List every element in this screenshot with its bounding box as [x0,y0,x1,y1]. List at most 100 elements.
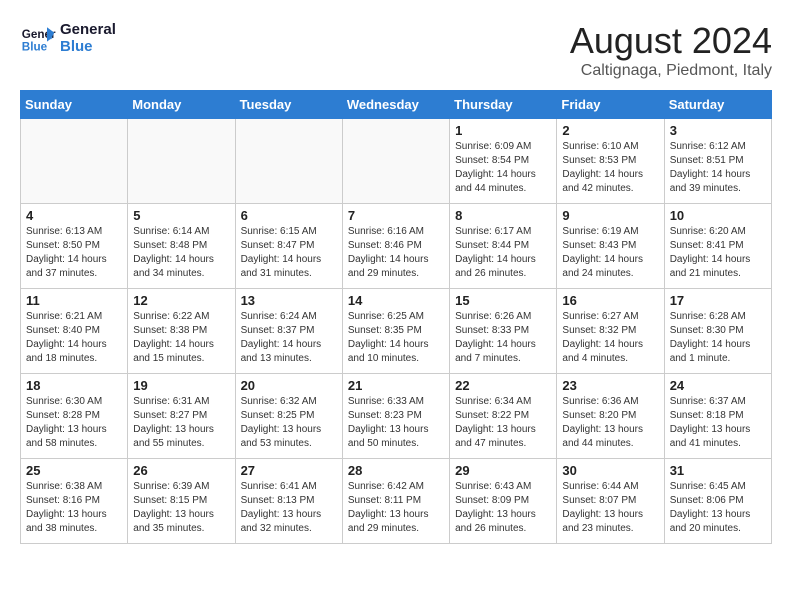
calendar-cell: 19 Sunrise: 6:31 AM Sunset: 8:27 PM Dayli… [128,374,235,459]
calendar-cell: 11 Sunrise: 6:21 AM Sunset: 8:40 PM Dayli… [21,289,128,374]
day-number: 24 [670,378,766,393]
calendar-cell: 29 Sunrise: 6:43 AM Sunset: 8:09 PM Dayli… [450,459,557,544]
day-number: 30 [562,463,658,478]
day-number: 29 [455,463,551,478]
cell-info: Sunrise: 6:33 AM Sunset: 8:23 PM Dayligh… [348,395,444,451]
cell-info: Sunrise: 6:27 AM Sunset: 8:32 PM Dayligh… [562,310,658,366]
cell-info: Sunrise: 6:15 AM Sunset: 8:47 PM Dayligh… [241,225,337,281]
day-number: 19 [133,378,229,393]
calendar-cell: 27Sunrise: 6:41 AM Sunset: 8:13 PM Dayli… [235,459,342,544]
day-number: 6 [241,208,337,223]
calendar-cell: 21 Sunrise: 6:33 AM Sunset: 8:23 PM Dayli… [342,374,449,459]
cell-info: Sunrise: 6:10 AM Sunset: 8:53 PM Dayligh… [562,140,658,196]
cell-info: Sunrise: 6:13 AM Sunset: 8:50 PM Dayligh… [26,225,122,281]
cell-info: Sunrise: 6:16 AM Sunset: 8:46 PM Dayligh… [348,225,444,281]
week-row-3: 11 Sunrise: 6:21 AM Sunset: 8:40 PM Dayli… [21,289,772,374]
day-number: 1 [455,123,551,138]
cell-info: Sunrise: 6:09 AM Sunset: 8:54 PM Dayligh… [455,140,551,196]
day-number: 20 [241,378,337,393]
cell-info: Sunrise: 6:12 AM Sunset: 8:51 PM Dayligh… [670,140,766,196]
day-number: 5 [133,208,229,223]
calendar-header-row: SundayMondayTuesdayWednesdayThursdayFrid… [21,91,772,119]
cell-info: Sunrise: 6:43 AM Sunset: 8:09 PM Dayligh… [455,480,551,536]
calendar-cell: 30 Sunrise: 6:44 AM Sunset: 8:07 PM Dayli… [557,459,664,544]
calendar-cell [235,119,342,204]
day-number: 18 [26,378,122,393]
calendar-cell: 9Sunrise: 6:19 AM Sunset: 8:43 PM Daylig… [557,204,664,289]
svg-text:Blue: Blue [22,41,48,54]
calendar-cell [128,119,235,204]
day-number: 2 [562,123,658,138]
cell-info: Sunrise: 6:26 AM Sunset: 8:33 PM Dayligh… [455,310,551,366]
calendar-cell [21,119,128,204]
day-number: 13 [241,293,337,308]
day-number: 26 [133,463,229,478]
calendar-cell: 5 Sunrise: 6:14 AM Sunset: 8:48 PM Daylig… [128,204,235,289]
calendar-cell: 2 Sunrise: 6:10 AM Sunset: 8:53 PM Daylig… [557,119,664,204]
cell-info: Sunrise: 6:28 AM Sunset: 8:30 PM Dayligh… [670,310,766,366]
day-number: 22 [455,378,551,393]
week-row-1: 1 Sunrise: 6:09 AM Sunset: 8:54 PM Daylig… [21,119,772,204]
calendar-cell: 31Sunrise: 6:45 AM Sunset: 8:06 PM Dayli… [664,459,771,544]
calendar-cell: 14Sunrise: 6:25 AM Sunset: 8:35 PM Dayli… [342,289,449,374]
cell-info: Sunrise: 6:41 AM Sunset: 8:13 PM Dayligh… [241,480,337,536]
calendar-cell: 8Sunrise: 6:17 AM Sunset: 8:44 PM Daylig… [450,204,557,289]
col-header-thursday: Thursday [450,91,557,119]
day-number: 21 [348,378,444,393]
calendar-cell: 20Sunrise: 6:32 AM Sunset: 8:25 PM Dayli… [235,374,342,459]
cell-info: Sunrise: 6:36 AM Sunset: 8:20 PM Dayligh… [562,395,658,451]
cell-info: Sunrise: 6:34 AM Sunset: 8:22 PM Dayligh… [455,395,551,451]
calendar-cell: 16Sunrise: 6:27 AM Sunset: 8:32 PM Dayli… [557,289,664,374]
day-number: 25 [26,463,122,478]
cell-info: Sunrise: 6:24 AM Sunset: 8:37 PM Dayligh… [241,310,337,366]
cell-info: Sunrise: 6:30 AM Sunset: 8:28 PM Dayligh… [26,395,122,451]
day-number: 28 [348,463,444,478]
day-number: 12 [133,293,229,308]
calendar-cell: 6 Sunrise: 6:15 AM Sunset: 8:47 PM Daylig… [235,204,342,289]
week-row-2: 4 Sunrise: 6:13 AM Sunset: 8:50 PM Daylig… [21,204,772,289]
logo-icon: General Blue [20,20,56,56]
logo-general: General [60,21,116,38]
col-header-monday: Monday [128,91,235,119]
day-number: 11 [26,293,122,308]
day-number: 14 [348,293,444,308]
col-header-saturday: Saturday [664,91,771,119]
day-number: 15 [455,293,551,308]
cell-info: Sunrise: 6:31 AM Sunset: 8:27 PM Dayligh… [133,395,229,451]
calendar-table: SundayMondayTuesdayWednesdayThursdayFrid… [20,90,772,544]
calendar-cell: 17 Sunrise: 6:28 AM Sunset: 8:30 PM Dayli… [664,289,771,374]
cell-info: Sunrise: 6:22 AM Sunset: 8:38 PM Dayligh… [133,310,229,366]
cell-info: Sunrise: 6:20 AM Sunset: 8:41 PM Dayligh… [670,225,766,281]
calendar-cell: 3 Sunrise: 6:12 AM Sunset: 8:51 PM Daylig… [664,119,771,204]
calendar-cell: 12 Sunrise: 6:22 AM Sunset: 8:38 PM Dayli… [128,289,235,374]
calendar-cell: 23 Sunrise: 6:36 AM Sunset: 8:20 PM Dayli… [557,374,664,459]
cell-info: Sunrise: 6:39 AM Sunset: 8:15 PM Dayligh… [133,480,229,536]
cell-info: Sunrise: 6:37 AM Sunset: 8:18 PM Dayligh… [670,395,766,451]
cell-info: Sunrise: 6:21 AM Sunset: 8:40 PM Dayligh… [26,310,122,366]
day-number: 23 [562,378,658,393]
logo-blue: Blue [60,38,116,55]
cell-info: Sunrise: 6:44 AM Sunset: 8:07 PM Dayligh… [562,480,658,536]
page-header: General Blue General Blue August 2024 Ca… [20,20,772,80]
calendar-cell: 13 Sunrise: 6:24 AM Sunset: 8:37 PM Dayli… [235,289,342,374]
calendar-cell: 28Sunrise: 6:42 AM Sunset: 8:11 PM Dayli… [342,459,449,544]
col-header-friday: Friday [557,91,664,119]
month-year: August 2024 [570,20,772,62]
calendar-cell: 22 Sunrise: 6:34 AM Sunset: 8:22 PM Dayli… [450,374,557,459]
week-row-5: 25Sunrise: 6:38 AM Sunset: 8:16 PM Dayli… [21,459,772,544]
calendar-cell: 25Sunrise: 6:38 AM Sunset: 8:16 PM Dayli… [21,459,128,544]
day-number: 7 [348,208,444,223]
day-number: 17 [670,293,766,308]
calendar-cell: 1 Sunrise: 6:09 AM Sunset: 8:54 PM Daylig… [450,119,557,204]
day-number: 4 [26,208,122,223]
calendar-cell: 18 Sunrise: 6:30 AM Sunset: 8:28 PM Dayli… [21,374,128,459]
location: Caltignaga, Piedmont, Italy [570,62,772,80]
col-header-sunday: Sunday [21,91,128,119]
cell-info: Sunrise: 6:17 AM Sunset: 8:44 PM Dayligh… [455,225,551,281]
col-header-wednesday: Wednesday [342,91,449,119]
calendar-cell: 26 Sunrise: 6:39 AM Sunset: 8:15 PM Dayli… [128,459,235,544]
cell-info: Sunrise: 6:45 AM Sunset: 8:06 PM Dayligh… [670,480,766,536]
calendar-cell: 4 Sunrise: 6:13 AM Sunset: 8:50 PM Daylig… [21,204,128,289]
cell-info: Sunrise: 6:14 AM Sunset: 8:48 PM Dayligh… [133,225,229,281]
day-number: 3 [670,123,766,138]
